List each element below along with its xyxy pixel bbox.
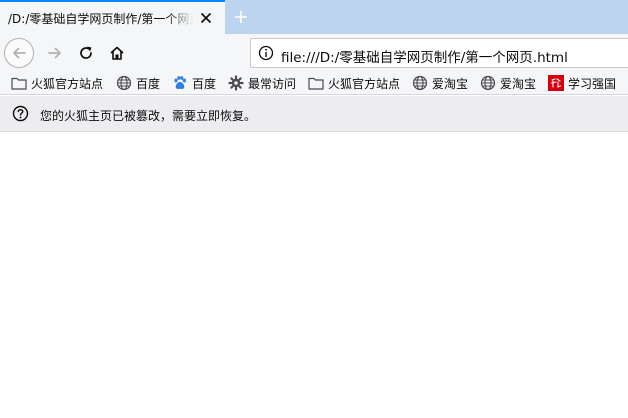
baidu-paw-icon xyxy=(172,75,188,91)
question-icon xyxy=(12,105,29,122)
address-bar[interactable]: file:///D:/零基础自学网页制作/第一个网页.html xyxy=(250,38,628,68)
bookmark-label: 火狐官方站点 xyxy=(328,76,401,91)
bookmark-folder-firefox-official[interactable]: 火狐官方站点 xyxy=(11,74,103,92)
bookmarks-toolbar: 火狐官方站点 百度 百度 最常访问 火狐官方站点 爱淘宝 爱淘宝 学习强国 xyxy=(0,71,628,95)
navigation-toolbar: file:///D:/零基础自学网页制作/第一个网页.html xyxy=(0,34,628,71)
bookmark-baidu-2[interactable]: 百度 xyxy=(172,74,216,92)
globe-icon xyxy=(116,75,132,91)
url-text[interactable]: file:///D:/零基础自学网页制作/第一个网页.html xyxy=(281,46,568,66)
tab-active[interactable]: /D:/零基础自学网页制作/第一个网页.html xyxy=(0,0,225,34)
bookmark-ai-taobao[interactable]: 爱淘宝 xyxy=(412,74,468,92)
bookmark-label: 百度 xyxy=(136,76,161,91)
globe-icon xyxy=(480,75,496,91)
bookmark-label: 百度 xyxy=(192,76,217,91)
bookmark-label: 爱淘宝 xyxy=(432,76,469,91)
globe-icon xyxy=(412,75,428,91)
notification-message: 您的火狐主页已被篡改，需要立即恢复。 xyxy=(40,109,257,123)
bookmark-xuexi-qiangguo[interactable]: 学习强国 xyxy=(548,74,616,92)
folder-icon xyxy=(11,75,27,91)
bookmark-ai-taobao-2[interactable]: 爱淘宝 xyxy=(480,74,536,92)
reload-icon xyxy=(80,46,92,59)
bookmark-label: 火狐官方站点 xyxy=(31,76,104,91)
bookmark-folder-firefox-official-2[interactable]: 火狐官方站点 xyxy=(308,74,400,92)
arrow-right-icon xyxy=(48,47,61,59)
back-button[interactable] xyxy=(4,38,34,68)
close-icon[interactable] xyxy=(198,10,214,26)
gear-icon xyxy=(228,75,244,91)
tab-title: /D:/零基础自学网页制作/第一个网页.html xyxy=(8,12,194,26)
new-tab-button[interactable] xyxy=(230,6,252,28)
bookmark-label: 爱淘宝 xyxy=(500,76,537,91)
bookmark-baidu[interactable]: 百度 xyxy=(116,74,160,92)
bookmark-label: 学习强国 xyxy=(568,76,617,91)
bookmark-label: 最常访问 xyxy=(248,76,297,91)
folder-icon xyxy=(308,75,324,91)
notification-bar: 您的火狐主页已被篡改，需要立即恢复。 xyxy=(0,96,628,132)
home-button[interactable] xyxy=(102,38,132,68)
home-icon xyxy=(110,46,124,60)
tab-strip: /D:/零基础自学网页制作/第一个网页.html xyxy=(0,0,628,34)
reload-button[interactable] xyxy=(71,38,101,68)
plus-icon xyxy=(235,11,247,23)
xuexi-icon xyxy=(548,75,564,91)
arrow-left-icon xyxy=(13,47,26,59)
page-content xyxy=(0,132,628,418)
info-icon[interactable] xyxy=(258,45,274,61)
bookmark-most-visited[interactable]: 最常访问 xyxy=(228,74,296,92)
forward-button[interactable] xyxy=(40,38,70,68)
